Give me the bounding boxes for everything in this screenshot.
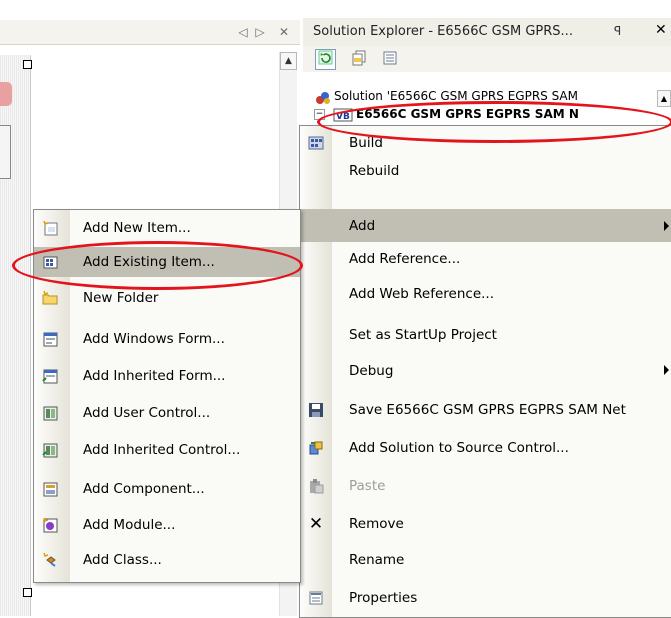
menu-item-label: Add Web Reference...	[349, 286, 495, 302]
form-control-edge	[0, 125, 11, 179]
folder-icon	[42, 290, 58, 306]
submenu-item-add-new-item[interactable]: Add New Item...	[34, 214, 300, 242]
module-icon	[42, 517, 58, 533]
pin-icon[interactable]: ꟼ	[614, 24, 621, 38]
submenu-arrow-icon	[664, 365, 669, 375]
project-label: E6566C GSM GPRS EGPRS SAM N	[356, 107, 579, 121]
user-control-icon	[42, 405, 58, 421]
windows-form-icon	[42, 331, 58, 347]
build-icon	[308, 135, 324, 151]
menu-item-label: Add	[349, 218, 376, 234]
menu-item-debug[interactable]: Debug	[300, 357, 671, 385]
menu-item-properties[interactable]: Properties	[300, 584, 671, 612]
submenu-item-add-module[interactable]: Add Module...	[34, 511, 300, 539]
scroll-up-arrow-icon[interactable]: ▲	[280, 52, 297, 70]
submenu-item-add-inherited-form[interactable]: Add Inherited Form...	[34, 362, 300, 390]
menu-item-label: Remove	[349, 516, 404, 532]
solution-explorer-titlebar: Solution Explorer - E6566C GSM GPRS... ꟼ…	[303, 18, 671, 47]
menu-item-add-reference[interactable]: Add Reference...	[300, 245, 671, 273]
menu-item-label: Save E6566C GSM GPRS EGPRS SAM Net	[349, 402, 626, 418]
properties-icon	[308, 590, 324, 606]
document-tab-strip: ◁ ▷ ✕	[0, 20, 300, 45]
menu-item-save-project[interactable]: Save E6566C GSM GPRS EGPRS SAM Net	[300, 396, 671, 424]
tree-scroll-up-arrow-icon[interactable]: ▲	[657, 90, 671, 107]
submenu-item-add-component[interactable]: Add Component...	[34, 475, 300, 503]
remove-icon: ✕	[308, 514, 324, 534]
menu-item-label: Rename	[349, 552, 405, 568]
show-all-files-icon[interactable]	[348, 49, 369, 70]
svg-text:VB: VB	[336, 112, 350, 122]
menu-item-paste[interactable]: Paste	[300, 472, 671, 500]
menu-item-build[interactable]: Build	[300, 129, 671, 157]
tree-item-project[interactable]: VB E6566C GSM GPRS EGPRS SAM N	[333, 106, 579, 123]
source-control-icon	[308, 440, 324, 456]
tree-item-solution[interactable]: Solution 'E6566C GSM GPRS EGPRS SAM	[315, 88, 578, 105]
submenu-item-add-inherited-control[interactable]: Add Inherited Control...	[34, 436, 300, 464]
collapse-icon[interactable]: −	[314, 109, 325, 120]
menu-item-label: Rebuild	[349, 163, 400, 179]
submenu-item-new-folder[interactable]: New Folder	[34, 284, 300, 312]
component-icon	[42, 481, 58, 497]
solution-explorer-title: Solution Explorer - E6566C GSM GPRS...	[313, 24, 573, 39]
scroll-tabs-right-button[interactable]: ▷	[253, 24, 267, 40]
solution-explorer-toolbar	[303, 46, 671, 72]
close-icon[interactable]: ✕	[655, 22, 667, 38]
inherited-control-icon	[42, 442, 58, 458]
class-icon	[42, 552, 58, 568]
menu-item-label: Debug	[349, 363, 394, 379]
menu-item-label: Add Module...	[83, 517, 176, 533]
menu-item-label: Add Reference...	[349, 251, 461, 267]
menu-item-add[interactable]: Add	[300, 209, 671, 242]
menu-item-add-to-source-control[interactable]: Add Solution to Source Control...	[300, 434, 671, 462]
menu-item-label: Add Solution to Source Control...	[349, 440, 569, 456]
submenu-item-add-windows-form[interactable]: Add Windows Form...	[34, 325, 300, 353]
menu-item-label: Add Component...	[83, 481, 205, 497]
menu-item-label: Add Inherited Control...	[83, 442, 241, 458]
refresh-icon[interactable]	[315, 49, 336, 70]
project-context-menu: Build Rebuild Add Add Reference... Add W…	[299, 125, 671, 618]
submenu-item-add-user-control[interactable]: Add User Control...	[34, 399, 300, 427]
menu-item-label: Add Inherited Form...	[83, 368, 226, 384]
new-item-icon	[42, 220, 58, 236]
menu-item-label: Add Windows Form...	[83, 331, 225, 347]
menu-item-rename[interactable]: Rename	[300, 546, 671, 574]
existing-item-icon	[42, 254, 58, 270]
solution-icon	[315, 89, 331, 105]
submenu-item-add-class[interactable]: Add Class...	[34, 546, 300, 574]
resize-handle[interactable]	[23, 60, 32, 69]
close-document-button[interactable]: ✕	[277, 24, 291, 40]
menu-item-add-web-reference[interactable]: Add Web Reference...	[300, 280, 671, 308]
scroll-tabs-left-button[interactable]: ◁	[236, 24, 250, 40]
menu-item-label: Add Class...	[83, 552, 162, 568]
properties-icon[interactable]	[379, 49, 400, 70]
menu-item-label: Add User Control...	[83, 405, 211, 421]
menu-item-label: Add Existing Item...	[83, 254, 215, 270]
save-icon	[308, 402, 324, 418]
resize-handle[interactable]	[23, 588, 32, 597]
menu-item-label: Set as StartUp Project	[349, 327, 497, 343]
menu-item-remove[interactable]: ✕ Remove	[300, 510, 671, 538]
solution-label: Solution 'E6566C GSM GPRS EGPRS SAM	[334, 89, 578, 103]
menu-item-label: Build	[349, 135, 383, 151]
add-submenu: Add New Item... Add Existing Item... New…	[33, 209, 301, 583]
form-edge-decoration	[0, 82, 12, 106]
inherited-form-icon	[42, 368, 58, 384]
menu-item-rebuild[interactable]: Rebuild	[300, 157, 671, 185]
menu-item-label: Paste	[349, 478, 386, 494]
vb-project-icon: VB	[333, 107, 353, 123]
submenu-item-add-existing-item[interactable]: Add Existing Item...	[34, 247, 300, 277]
menu-item-label: Properties	[349, 590, 418, 606]
submenu-arrow-icon	[664, 221, 669, 231]
paste-icon	[308, 478, 324, 494]
menu-item-set-startup[interactable]: Set as StartUp Project	[300, 321, 671, 349]
menu-item-label: Add New Item...	[83, 220, 191, 236]
menu-item-label: New Folder	[83, 290, 159, 306]
